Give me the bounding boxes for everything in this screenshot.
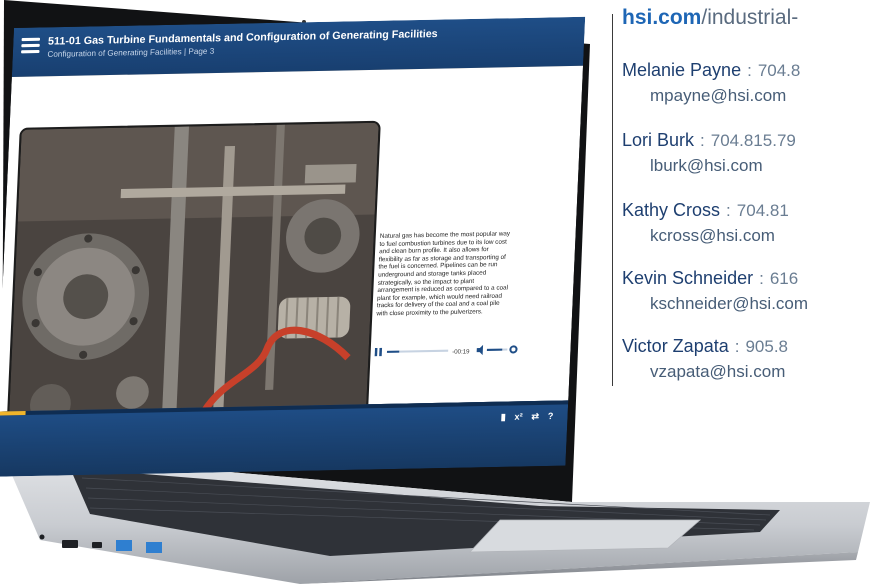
marketing-graphic: 511-01 Gas Turbine Fundamentals and Conf… (0, 0, 882, 584)
contact-name: Lori Burk (622, 130, 695, 150)
trackpad (469, 519, 702, 553)
book-icon[interactable]: ▮ (501, 412, 507, 422)
website-url[interactable]: hsi.com/industrial- (622, 6, 798, 30)
contact-5: Victor Zapata:905.8 (622, 336, 789, 356)
website-domain: hsi.com (622, 6, 702, 29)
course-footer: ▮ x² ⇄ ? (0, 400, 569, 477)
contact-phone: 704.81 (736, 201, 789, 220)
contact-4: Kevin Schneider:616 (622, 268, 799, 288)
media-player: -00:19 (374, 342, 518, 357)
volume-icon[interactable] (476, 344, 484, 356)
contact-email[interactable]: lburk@hsi.com (650, 156, 763, 176)
contact-name: Kathy Cross (622, 200, 721, 220)
menu-icon[interactable] (21, 37, 41, 55)
vertical-divider (612, 14, 613, 386)
contact-panel: hsi.com/industrial- Melanie Payne:704.8 … (622, 0, 882, 420)
contact-phone: 905.8 (745, 337, 789, 356)
contact-email[interactable]: vzapata@hsi.com (650, 362, 785, 382)
footer-toolbar: ▮ x² ⇄ ? (494, 411, 554, 423)
question-icon[interactable]: ? (547, 411, 553, 421)
contact-2: Lori Burk:704.815.79 (622, 130, 796, 150)
lesson-content: Natural gas has become the most popular … (0, 65, 584, 451)
contact-phone: 704.8 (757, 61, 801, 80)
course-subtitle: Configuration of Generating Facilities |… (47, 46, 215, 59)
left-arrow-icon[interactable]: ← (538, 77, 550, 89)
playback-fill (386, 350, 400, 353)
contact-name: Melanie Payne (622, 60, 742, 80)
contact-email[interactable]: kcross@hsi.com (650, 226, 775, 246)
contact-phone: 704.815.79 (710, 131, 796, 150)
course-title: 511-01 Gas Turbine Fundamentals and Conf… (47, 27, 438, 48)
contact-3: Kathy Cross:704.81 (622, 200, 789, 220)
swap-arrows-icon[interactable]: ⇄ (531, 411, 539, 421)
pause-icon[interactable] (374, 347, 383, 357)
website-path: /industrial- (701, 6, 799, 29)
volume-fill (486, 348, 503, 351)
contact-name: Kevin Schneider (622, 268, 754, 288)
narration-text: Natural gas has become the most popular … (376, 230, 511, 318)
elearning-screen: 511-01 Gas Turbine Fundamentals and Conf… (0, 16, 586, 477)
right-arrow-icon[interactable]: → (557, 76, 569, 88)
contact-1: Melanie Payne:704.8 (622, 60, 801, 80)
time-remaining: -00:19 (452, 348, 470, 355)
media-controls: -00:19 (374, 344, 518, 357)
turbine-photo (5, 120, 381, 451)
contact-email[interactable]: mpayne@hsi.com (650, 86, 786, 106)
gas-turbine-image (7, 122, 379, 448)
x-squared-icon[interactable]: x² (514, 411, 523, 421)
contact-email[interactable]: kschneider@hsi.com (650, 294, 808, 314)
course-progress-fill (0, 410, 26, 416)
page-nav-arrows: ← → (538, 76, 568, 89)
gear-icon[interactable] (509, 345, 518, 354)
contact-name: Victor Zapata (622, 336, 729, 356)
contact-phone: 616 (769, 269, 799, 288)
